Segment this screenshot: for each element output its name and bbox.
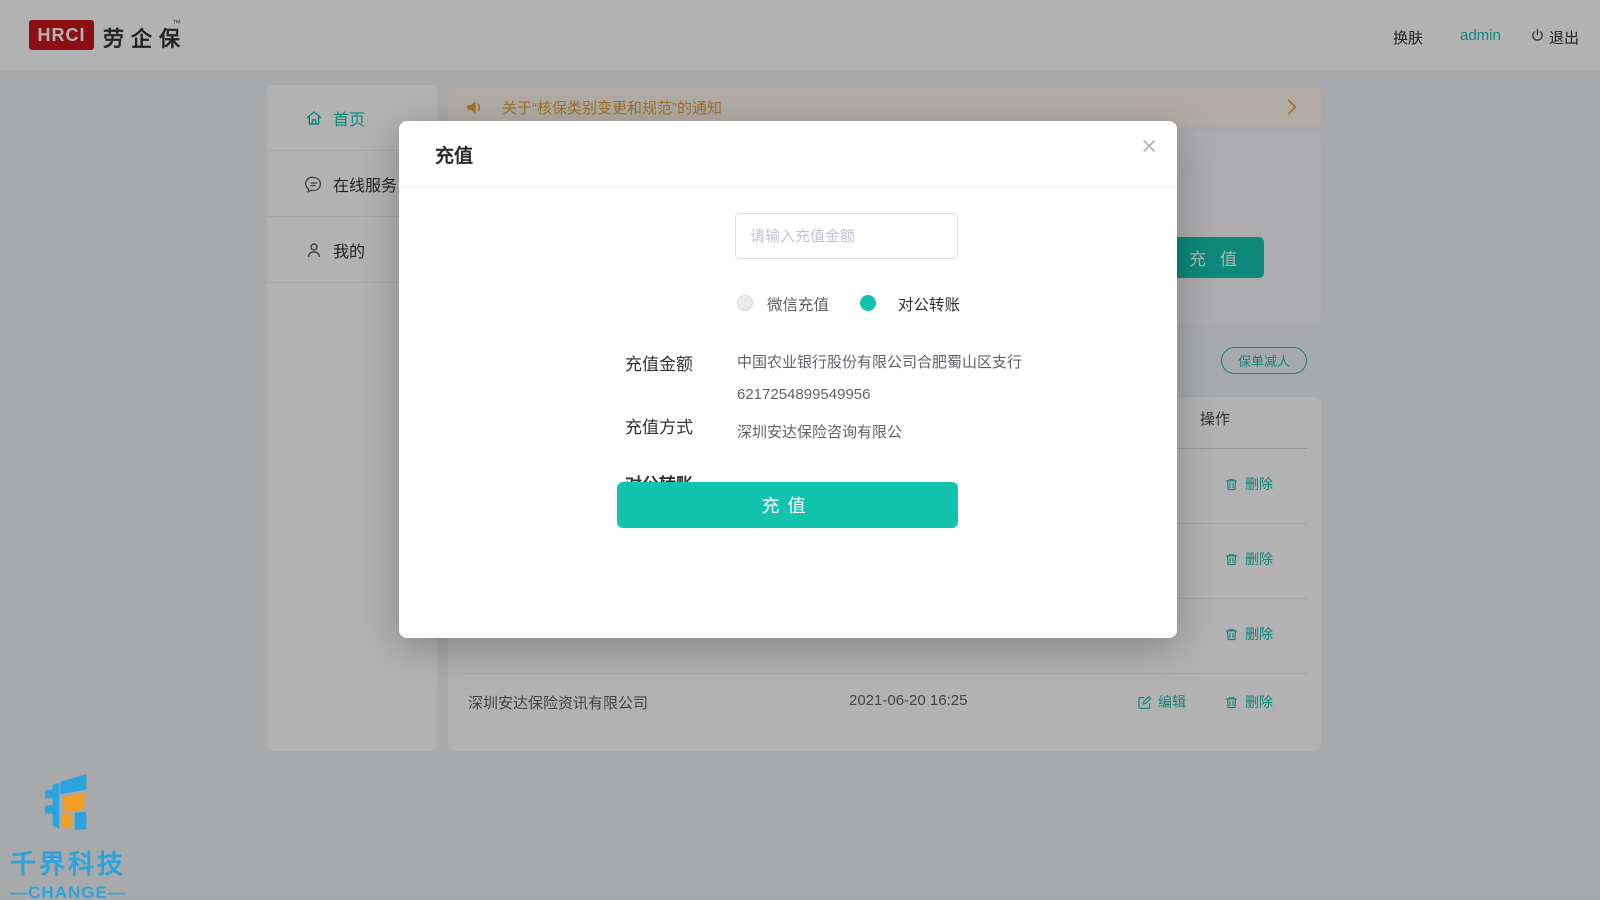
change-logo-icon (41, 773, 95, 835)
bank-account-number: 6217254899549956 (737, 386, 870, 403)
radio-wechat[interactable] (737, 295, 753, 311)
bank-name: 中国农业银行股份有限公司合肥蜀山区支行 (737, 351, 1022, 372)
watermark-subtitle: —CHANGE— (3, 883, 133, 900)
radio-transfer[interactable] (860, 295, 876, 311)
close-icon[interactable]: × (1141, 133, 1157, 160)
recharge-modal: 充值 × 充值金额 充值方式 微信充值 对公转账 对公转账 中国农业银行股份有限… (399, 121, 1177, 638)
bank-account-holder: 深圳安达保险咨询有限公 (737, 421, 902, 442)
amount-input[interactable] (735, 213, 958, 259)
recharge-submit-button[interactable]: 充值 (617, 482, 958, 528)
modal-header-divider (399, 187, 1177, 188)
radio-wechat-label[interactable]: 微信充值 (767, 293, 829, 315)
modal-title: 充值 (435, 141, 473, 168)
watermark-logo: 千界科技 —CHANGE— (3, 773, 133, 900)
watermark-name: 千界科技 (3, 844, 133, 881)
radio-transfer-label[interactable]: 对公转账 (898, 293, 960, 315)
amount-label: 充值金额 (615, 350, 693, 375)
app-root: HRCI 劳企保 ™ 换肤 admin 退出 首页 在线服务 我的 (0, 0, 1600, 900)
method-label: 充值方式 (615, 413, 693, 438)
